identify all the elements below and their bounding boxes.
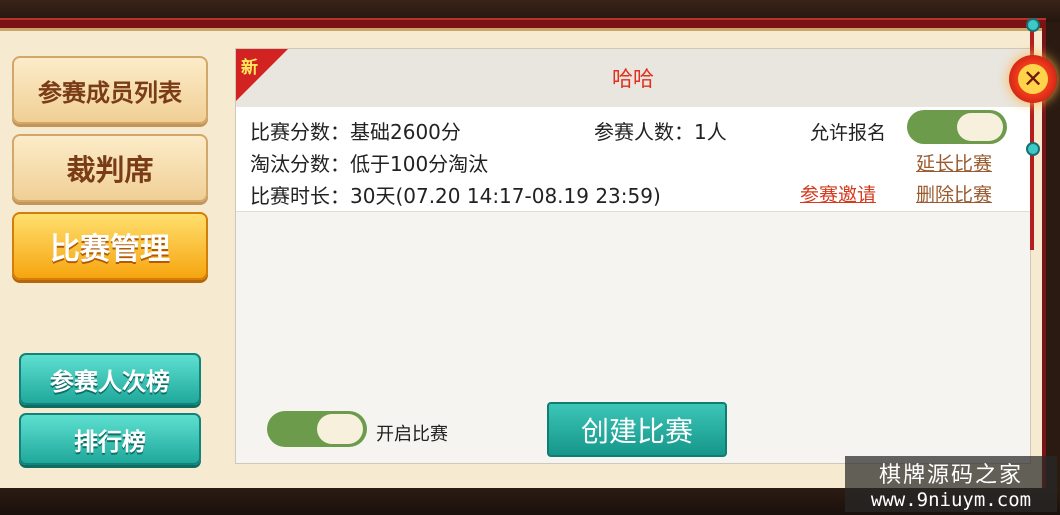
match-title: 哈哈: [612, 67, 654, 91]
delete-match-link[interactable]: 删除比赛: [916, 180, 992, 207]
extend-match-link[interactable]: 延长比赛: [916, 149, 992, 176]
allow-signup-toggle-knob: [957, 113, 1003, 141]
match-info: 比赛分数：基础2600分 参赛人数：1人 允许报名 淘汰分数：低于100分淘汰 …: [236, 107, 1030, 212]
close-icon: ✕: [1018, 64, 1048, 94]
watermark-line2: www.9niuym.com: [870, 489, 1032, 511]
match-duration-text: 比赛时长：30天(07.20 14:17-08.19 23:59): [250, 184, 661, 208]
close-button[interactable]: ✕: [1009, 55, 1057, 103]
lantern-gem-bottom: [1026, 142, 1040, 156]
watermark: 棋牌源码之家 www.9niuym.com: [845, 456, 1057, 512]
allow-signup-toggle[interactable]: [907, 110, 1007, 144]
participation-rank-label: 参赛人次榜: [50, 367, 170, 396]
invite-link[interactable]: 参赛邀请: [800, 180, 876, 207]
members-list-button[interactable]: 参赛成员列表: [12, 56, 208, 124]
ranking-button[interactable]: 排行榜: [19, 413, 201, 465]
open-match-toggle[interactable]: [267, 411, 367, 447]
lantern-gem-top: [1026, 18, 1040, 32]
members-list-label: 参赛成员列表: [38, 78, 182, 107]
create-match-label: 创建比赛: [580, 414, 693, 448]
referee-button[interactable]: 裁判席: [12, 134, 208, 202]
allow-signup-label: 允许报名: [810, 122, 887, 144]
create-match-button[interactable]: 创建比赛: [547, 402, 727, 457]
participation-rank-button[interactable]: 参赛人次榜: [19, 353, 201, 405]
match-manage-button[interactable]: 比赛管理: [12, 212, 208, 280]
watermark-line1: 棋牌源码之家: [878, 463, 1023, 488]
match-card-header: 新 哈哈: [236, 49, 1030, 108]
open-match-label: 开启比赛: [376, 424, 448, 445]
match-manage-label: 比赛管理: [50, 232, 170, 267]
participants-text: 参赛人数：1人: [594, 120, 727, 144]
match-score-text: 比赛分数：基础2600分: [250, 120, 461, 144]
eliminate-score-text: 淘汰分数：低于100分淘汰: [250, 152, 489, 176]
ranking-label: 排行榜: [74, 427, 146, 456]
open-match-toggle-knob: [317, 414, 363, 444]
referee-label: 裁判席: [66, 153, 154, 187]
